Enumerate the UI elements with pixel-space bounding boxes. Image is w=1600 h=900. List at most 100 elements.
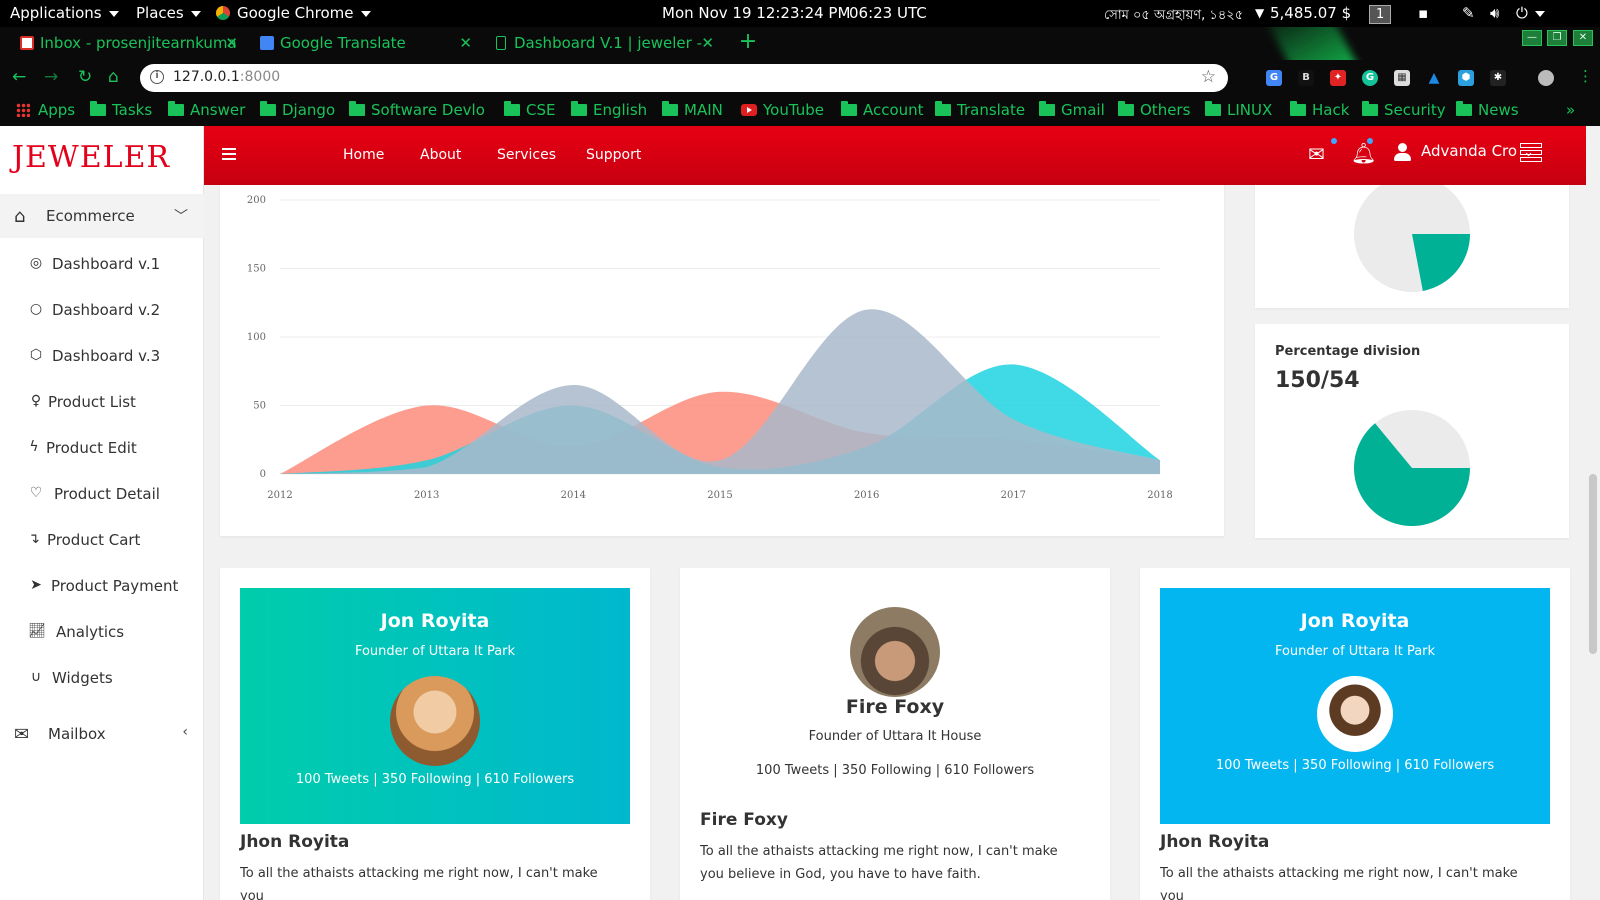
close-tab-icon[interactable]: ✕ [225, 27, 238, 60]
female-icon: ♀ [30, 393, 42, 409]
folder-icon [662, 101, 678, 116]
new-tab-button[interactable]: + [737, 31, 759, 54]
logo[interactable]: JEWELER [12, 140, 170, 175]
balance-indicator[interactable]: 5,485.07 $ [1270, 4, 1351, 22]
x-tick-label: 2013 [414, 490, 439, 501]
sidebar-item-widgets[interactable]: ∪ Widgets [0, 659, 204, 699]
magnet-icon: ∪ [30, 669, 42, 685]
bookmark-folder[interactable]: Software Devlop [349, 101, 485, 119]
home-icon: ⌂ [14, 206, 26, 227]
more-menu-icon[interactable]: ⋮ [1578, 67, 1593, 85]
percentage-division-card: Percentage division 150/54 [1255, 324, 1569, 538]
profile-description: To all the athaists attacking me right n… [240, 866, 598, 900]
applications-menu[interactable]: Applications [10, 4, 119, 22]
page-scrollbar[interactable] [1586, 126, 1600, 900]
profile-stats: 100 Tweets | 350 Following | 610 Followe… [295, 772, 575, 787]
sidebar-item-dashboard-v3[interactable]: ⬡ Dashboard v.3 [0, 337, 204, 377]
bookmark-folder[interactable]: Translate [935, 101, 1025, 119]
chevron-down-icon: ﹀ [174, 209, 188, 225]
mail-icon[interactable]: ✉ [1308, 142, 1325, 166]
folder-icon [260, 101, 276, 116]
bookmark-folder[interactable]: Gmail [1039, 101, 1105, 119]
sidebar-item-product-payment[interactable]: ➤ Product Payment [0, 567, 204, 607]
bookmark-apps[interactable]: Apps [16, 101, 75, 119]
level-down-icon: ↴ [28, 531, 40, 547]
pie-chart-2 [1354, 410, 1470, 526]
b-extension-icon[interactable]: B [1298, 70, 1314, 86]
bookmark-label: Security [1384, 101, 1446, 119]
pen-icon[interactable]: ✎ [1462, 4, 1475, 22]
bookmark-star-icon[interactable]: ☆ [1201, 67, 1216, 87]
bookmark-folder[interactable]: English [571, 101, 647, 119]
x-tick-label: 2017 [1001, 490, 1026, 501]
nav-home[interactable]: Home [343, 147, 384, 163]
forward-icon[interactable]: → [44, 67, 58, 87]
tab-dashboard[interactable]: Dashboard V.1 | jeweler - ✕ [490, 27, 720, 60]
bookmark-folder[interactable]: Account [841, 101, 924, 119]
pdf-extension-icon[interactable]: ✦ [1330, 70, 1346, 86]
bookmark-folder[interactable]: LINUX [1205, 101, 1272, 119]
site-info-icon[interactable]: i [150, 70, 164, 84]
bookmarks-overflow-button[interactable]: » [1566, 101, 1575, 119]
minimize-button[interactable]: — [1522, 30, 1542, 46]
volume-icon[interactable]: 🔊︎ [1490, 4, 1499, 22]
grid-extension-icon[interactable]: ▦ [1394, 70, 1410, 86]
bookmark-folder[interactable]: News [1456, 101, 1519, 119]
translate-extension-icon[interactable]: G [1266, 70, 1282, 86]
bookmark-folder[interactable]: Tasks [90, 101, 152, 119]
maximize-button[interactable]: ❐ [1547, 30, 1567, 46]
bell-icon[interactable]: 🔔︎ [1351, 141, 1376, 165]
sidebar-menu-mailbox[interactable]: ✉ Mailbox ‹ [0, 712, 204, 756]
sidebar-item-dashboard-v2[interactable]: ○ Dashboard v.2 [0, 291, 204, 331]
bookmark-folder[interactable]: Hack [1290, 101, 1354, 119]
sidebar-menu-ecommerce[interactable]: ⌂ Ecommerce ﹀ [0, 194, 204, 238]
close-window-button[interactable]: ✕ [1573, 30, 1593, 46]
profile-card-3: Jon Royita Founder of Uttara It Park 100… [1140, 568, 1570, 900]
camera-icon[interactable]: ▪ [1418, 4, 1428, 22]
sidebar-item-analytics[interactable]: 📈︎ Analytics [0, 613, 204, 653]
user-menu[interactable]: Advanda Cro ⌄ [1394, 142, 1534, 161]
sidebar-item-product-list[interactable]: ♀ Product List [0, 383, 204, 423]
workspace-indicator[interactable]: 1 [1369, 5, 1392, 24]
nav-support[interactable]: Support [586, 147, 641, 163]
hex-extension-icon[interactable]: ⬢ [1458, 70, 1474, 86]
home-icon[interactable]: ⌂ [108, 67, 119, 87]
chrome-icon [216, 6, 230, 20]
close-tab-icon[interactable]: ✕ [701, 27, 714, 60]
nav-services[interactable]: Services [497, 147, 556, 163]
sidebar-item-product-edit[interactable]: ϟ Product Edit [0, 429, 204, 469]
bookmark-folder[interactable]: Security [1362, 101, 1446, 119]
tab-translate[interactable]: Google Translate ✕ [256, 27, 478, 60]
bookmark-folder[interactable]: MAIN [662, 101, 723, 119]
bookmark-label: Django [282, 101, 336, 119]
drop-extension-icon[interactable]: ▲ [1426, 70, 1442, 86]
bookmark-folder[interactable]: Django [260, 101, 335, 119]
scrollbar-thumb[interactable] [1589, 474, 1597, 654]
clock[interactable]: Mon Nov 19 12:23:24 PM [662, 4, 850, 22]
profile-avatar-icon[interactable] [1538, 70, 1554, 86]
close-tab-icon[interactable]: ✕ [459, 27, 472, 60]
server-stack-icon[interactable] [1520, 143, 1542, 163]
browser-menu[interactable]: Google Chrome [237, 4, 371, 22]
bookmark-youtube[interactable]: YouTube [741, 101, 824, 119]
hamburger-menu-icon[interactable] [222, 148, 236, 160]
color-extension-icon[interactable]: ✱ [1490, 70, 1506, 86]
bookmark-folder[interactable]: Others [1118, 101, 1190, 119]
x-tick-label: 2016 [854, 490, 879, 501]
back-icon[interactable]: ← [12, 67, 26, 87]
sidebar-item-dashboard-v1[interactable]: ◎ Dashboard v.1 [0, 245, 204, 285]
places-menu[interactable]: Places [136, 4, 201, 22]
grammarly-extension-icon[interactable]: G [1362, 70, 1378, 86]
power-icon[interactable]: ⏻ [1516, 4, 1545, 22]
bookmark-folder[interactable]: Answer [168, 101, 245, 119]
y-tick-label: 150 [247, 264, 266, 275]
tab-gmail[interactable]: Inbox - prosenjitearnkuma ✕ [16, 27, 244, 60]
address-bar[interactable]: i 127.0.0.1:8000 ☆ [140, 64, 1228, 92]
reload-icon[interactable]: ↻ [78, 67, 92, 87]
sidebar-item-product-cart[interactable]: ↴ Product Cart [0, 521, 204, 561]
top-navigation: Home About Services Support ✉ 🔔︎ Advanda… [204, 126, 1586, 185]
nav-about[interactable]: About [420, 147, 461, 163]
line-chart-icon: 📈︎ [28, 623, 46, 639]
sidebar-item-product-detail[interactable]: ♡ Product Detail [0, 475, 204, 515]
bookmark-folder[interactable]: CSE [504, 101, 555, 119]
